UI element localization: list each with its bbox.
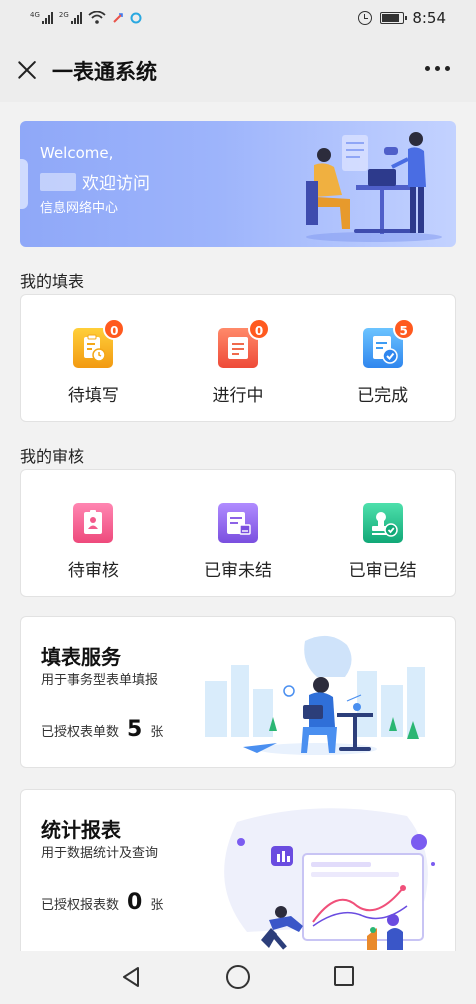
page-title: 一表通系统 (52, 60, 157, 84)
forms-item-completed[interactable]: 5 已完成 (310, 295, 455, 421)
wifi-icon (88, 11, 106, 24)
forms-item-label: 进行中 (212, 386, 264, 406)
form-service-card[interactable]: 填表服务 用于事务型表单填报 已授权表单数 5 张 (20, 616, 456, 768)
forms-item-label: 已完成 (357, 386, 409, 406)
review-item-reviewed-open[interactable]: 已审未结 (166, 470, 311, 596)
data-report-illustration (224, 808, 435, 950)
review-item-label: 已审未结 (204, 561, 272, 581)
banner-decoration (20, 159, 28, 209)
recent-apps-icon[interactable] (334, 966, 354, 986)
app-notify-icon (113, 13, 123, 23)
status-time: 8:54 (412, 9, 446, 27)
alarm-icon (358, 11, 373, 25)
review-item-pending[interactable]: 待审核 (21, 470, 166, 596)
stats-report-count: 已授权报表数 0 张 (41, 890, 163, 915)
signal-tag-1: 4G (30, 11, 40, 19)
banner-org: 信息网络中心 (40, 201, 119, 216)
office-illustration (306, 132, 442, 242)
nav-bar: 一表通系统 (0, 40, 476, 102)
forms-item-in-progress[interactable]: 0 进行中 (166, 295, 311, 421)
form-filling-illustration (205, 635, 425, 755)
count-number: 5 (127, 717, 143, 742)
stats-report-title: 统计报表 (41, 818, 121, 842)
user-name-blurred (40, 172, 76, 191)
edit-doc-icon: 0 (218, 318, 270, 368)
count-badge: 0 (248, 318, 270, 340)
battery-icon (380, 12, 408, 24)
system-nav-bar (0, 951, 476, 1004)
forms-item-to-fill[interactable]: 0 待填写 (21, 295, 166, 421)
home-icon[interactable] (226, 965, 250, 989)
count-badge: 0 (103, 318, 126, 340)
status-bar: 4G 2G 8:54 (0, 0, 476, 40)
close-icon[interactable] (14, 57, 40, 83)
clipboard-clock-icon: 0 (73, 318, 126, 368)
signal-icon: 4G (30, 12, 53, 24)
doc-stamp-icon (218, 503, 258, 543)
section-title-my-review: 我的审核 (20, 447, 85, 466)
badge-card-icon (73, 503, 114, 543)
welcome-banner: Welcome, 欢迎访问 信息网络中心 (20, 121, 456, 247)
my-review-card: 待审核 已审未结 已审已结 (20, 469, 456, 597)
count-number: 0 (127, 890, 143, 915)
doc-check-icon: 5 (362, 318, 415, 368)
form-service-subtitle: 用于事务型表单填报 (41, 673, 159, 688)
count-badge: 5 (392, 318, 415, 340)
more-icon[interactable] (425, 66, 450, 71)
forms-item-label: 待填写 (67, 386, 119, 406)
review-item-label: 待审核 (67, 561, 119, 581)
count-unit: 张 (150, 898, 164, 913)
my-forms-card: 0 待填写 0 进行中 5 已完成 (20, 294, 456, 422)
signal-tag-2: 2G (58, 11, 69, 19)
app-notify-icon-2 (130, 12, 142, 24)
form-service-count: 已授权表单数 5 张 (41, 717, 163, 742)
banner-welcome: Welcome, (40, 144, 114, 162)
review-item-label: 已审已结 (348, 561, 417, 581)
signal-icon-2: 2G (59, 12, 82, 24)
stamp-check-icon (362, 503, 403, 543)
form-service-title: 填表服务 (41, 645, 121, 669)
status-right: 8:54 (358, 9, 446, 27)
count-unit: 张 (150, 725, 164, 740)
count-prefix: 已授权报表数 (41, 898, 120, 913)
count-prefix: 已授权表单数 (41, 725, 120, 740)
banner-greeting: 欢迎访问 (82, 174, 150, 194)
banner-greeting-row: 欢迎访问 (40, 169, 150, 194)
stats-report-subtitle: 用于数据统计及查询 (41, 846, 159, 861)
my-forms-grid: 0 待填写 0 进行中 5 已完成 (21, 295, 455, 421)
review-item-reviewed-closed[interactable]: 已审已结 (310, 470, 455, 596)
status-left: 4G 2G (30, 11, 142, 24)
section-title-my-forms: 我的填表 (20, 272, 85, 291)
back-icon[interactable] (120, 965, 144, 989)
my-review-grid: 待审核 已审未结 已审已结 (21, 470, 455, 596)
